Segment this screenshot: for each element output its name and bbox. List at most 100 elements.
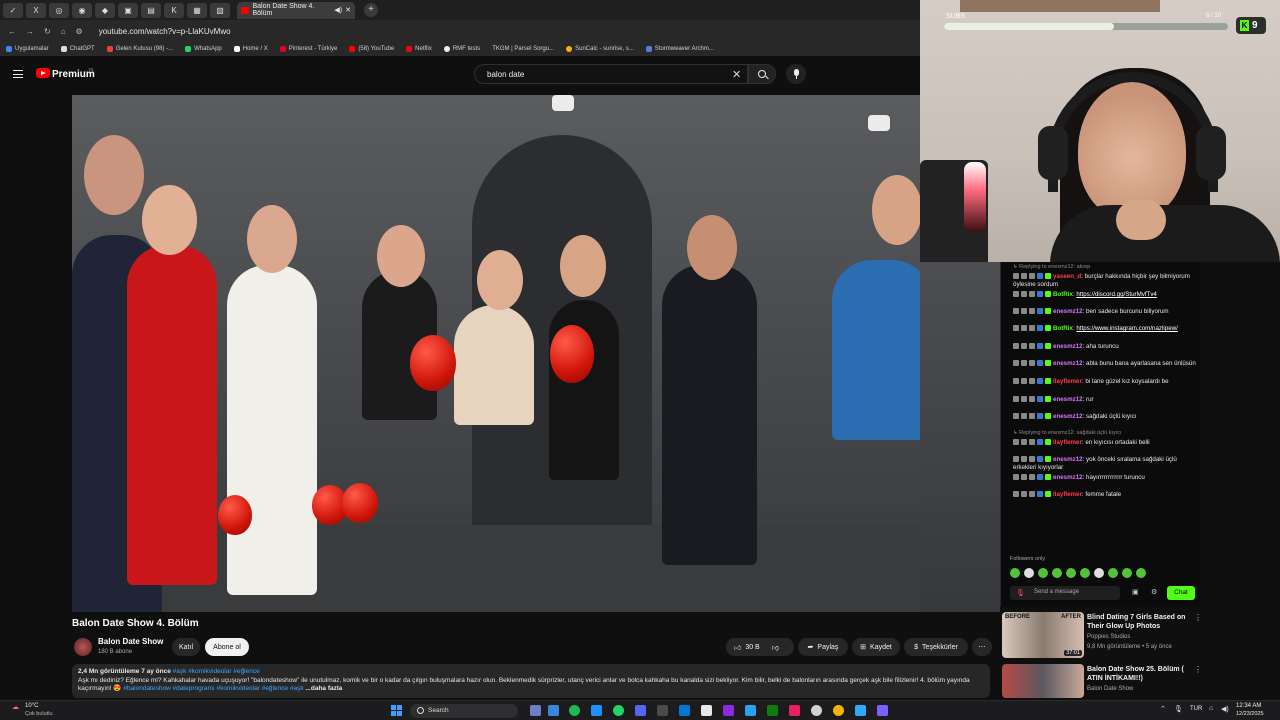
recommendation-thumbnail[interactable]: BEFORE AFTER 37:01 [1002, 612, 1084, 658]
reload-icon[interactable]: ↻ [44, 27, 51, 36]
taskbar-search[interactable]: Search [410, 704, 518, 718]
bookmark-pinterest[interactable]: Pinterest - Türkiye [279, 46, 337, 52]
more-options-icon[interactable]: ⋮ [1194, 613, 1202, 622]
chat-username[interactable]: enesmz12 [1053, 343, 1083, 350]
video-description[interactable]: 2,4 Mn görüntüleme 7 ay önce #aşk #komik… [72, 664, 990, 698]
more-actions-icon[interactable]: ⋯ [972, 638, 992, 656]
like-icon[interactable]: 👍︎ [734, 643, 741, 652]
chat-link[interactable]: https://discord.gg/SturMvfTv4 [1076, 291, 1156, 298]
volume-icon[interactable]: ◀) [1221, 705, 1229, 713]
show-more-link[interactable]: ...daha fazla [305, 685, 342, 692]
youtube-logo-icon[interactable] [36, 68, 50, 78]
recommendation-title[interactable]: Balon Date Show 25. Bölüm ( ATIN İNTİKAM… [1087, 665, 1199, 683]
channel-name[interactable]: Balon Date Show [98, 637, 163, 646]
language-indicator[interactable]: TUR [1190, 706, 1202, 712]
chat-send-button[interactable]: Chat [1167, 586, 1195, 600]
bookmark-suncalc[interactable]: SunCalc - sunrise, s... [566, 46, 634, 52]
like-dislike-button[interactable]: 👍︎ 30 B 👎︎ [726, 638, 794, 656]
subscribe-button[interactable]: Abone ol [205, 638, 249, 656]
pinned-tab[interactable]: ✓ [3, 2, 23, 18]
pinned-tab-x[interactable]: X [26, 2, 46, 18]
app-icon[interactable] [657, 705, 668, 716]
clock-time[interactable]: 12:34 AM [1236, 703, 1261, 709]
clear-search-icon[interactable]: ✕ [732, 68, 741, 81]
recommendation-thumbnail[interactable] [1002, 664, 1084, 698]
chat-username[interactable]: BotRix [1053, 325, 1073, 332]
emote-icon[interactable] [1122, 568, 1132, 578]
chat-link[interactable]: https://www.instagram.com/nazlipew/ [1076, 325, 1177, 332]
new-tab-button[interactable]: + [364, 3, 378, 17]
clock-date[interactable]: 12/23/2025 [1236, 711, 1264, 717]
bookmark-stormweaver[interactable]: Stormweaver Archm... [645, 46, 714, 52]
bookmark-rmf[interactable]: RMF tests [443, 46, 480, 52]
pinned-tab[interactable]: ◆ [95, 2, 115, 18]
save-button[interactable]: ⊞ Kaydet [852, 638, 900, 656]
chrome-icon[interactable] [833, 705, 844, 716]
video-player[interactable] [72, 95, 920, 612]
gift-icon[interactable]: ▣ [1132, 588, 1139, 596]
telegram-icon[interactable] [745, 705, 756, 716]
chat-username[interactable]: llayflemer [1053, 378, 1082, 385]
app-icon[interactable] [548, 705, 559, 716]
obs-icon[interactable] [811, 705, 822, 716]
active-tab[interactable]: Balon Date Show 4. Bölüm ◀) ✕ [237, 1, 355, 19]
network-icon[interactable]: ⌂ [1209, 705, 1213, 712]
voice-search-icon[interactable] [786, 64, 806, 84]
edge-icon[interactable] [591, 705, 602, 716]
pinned-tab[interactable]: ◉ [72, 2, 92, 18]
bottom-tags[interactable]: #balondateshow #dateprogramı #komikvideo… [123, 685, 303, 692]
app-icon[interactable] [679, 705, 690, 716]
url-field[interactable]: youtube.com/watch?v=p-LlaKUvMwo [99, 27, 231, 36]
bookmark-youtube[interactable]: (58) YouTube [349, 46, 394, 52]
app-icon[interactable] [789, 705, 800, 716]
chat-username[interactable]: enesmz12 [1053, 413, 1083, 420]
recommendation-channel[interactable]: Poppies Studios [1087, 634, 1130, 640]
bookmark-gmail[interactable]: Gelen Kutusu (98) -... [106, 46, 173, 52]
back-icon[interactable]: ← [8, 27, 16, 36]
chat-username[interactable]: BotRix [1053, 291, 1073, 298]
pinned-tab[interactable]: ◎ [49, 2, 69, 18]
app-icon[interactable] [723, 705, 734, 716]
pinned-tab[interactable]: ▣ [118, 2, 138, 18]
speaker-icon[interactable]: ◀) [334, 6, 342, 14]
mic-icon[interactable]: 🎙︎ [1016, 589, 1025, 597]
app-icon[interactable] [701, 705, 712, 716]
forward-icon[interactable]: → [26, 27, 34, 36]
pinned-tab[interactable]: ▤ [141, 2, 161, 18]
bookmark-tkgm[interactable]: TKGM | Parsel Sorgu... [492, 46, 554, 52]
tray-chevron-icon[interactable]: ⌃ [1160, 705, 1166, 713]
mic-tray-icon[interactable]: 🎙︎ [1174, 705, 1183, 713]
recommendation-channel[interactable]: Balon Date Show [1087, 686, 1133, 692]
settings-gear-icon[interactable]: ⚙ [1151, 588, 1157, 596]
chat-message-input[interactable]: Send a message [1010, 586, 1120, 600]
photoshop-icon[interactable] [855, 705, 866, 716]
home-icon[interactable]: ⌂ [61, 27, 66, 36]
more-options-icon[interactable]: ⋮ [1194, 665, 1202, 674]
emote-icon[interactable] [1136, 568, 1146, 578]
emote-icon[interactable] [1038, 568, 1048, 578]
emote-icon[interactable] [1108, 568, 1118, 578]
pinned-tab[interactable]: ▦ [187, 2, 207, 18]
chat-username[interactable]: llayflemer [1053, 491, 1082, 498]
emote-icon[interactable] [1052, 568, 1062, 578]
chat-username[interactable]: enesmz12 [1053, 474, 1083, 481]
chat-username[interactable]: enesmz12 [1053, 396, 1083, 403]
weather-desc[interactable]: Çok bulutlu [25, 711, 53, 717]
dislike-icon[interactable]: 👎︎ [772, 643, 779, 652]
share-button[interactable]: ➦ Paylaş [798, 638, 848, 656]
windows-start-icon[interactable] [391, 705, 402, 716]
whatsapp-icon[interactable] [613, 705, 624, 716]
bookmark-apps[interactable]: Uygulamalar [6, 46, 49, 52]
emote-icon[interactable] [1066, 568, 1076, 578]
close-tab-icon[interactable]: ✕ [345, 6, 351, 14]
chat-username[interactable]: enesmz12 [1053, 360, 1083, 367]
search-button[interactable] [748, 64, 776, 84]
chat-username[interactable]: yaseen_d [1053, 273, 1081, 280]
thanks-button[interactable]: $ Teşekkürler [904, 638, 968, 656]
top-tags[interactable]: #aşk #komikvideolar #eğlence [173, 668, 260, 675]
channel-avatar[interactable] [74, 638, 92, 656]
emote-icon[interactable] [1080, 568, 1090, 578]
emote-icon[interactable] [1094, 568, 1104, 578]
bookmark-whatsapp[interactable]: WhatsApp [185, 46, 222, 52]
task-view-icon[interactable] [530, 705, 541, 716]
